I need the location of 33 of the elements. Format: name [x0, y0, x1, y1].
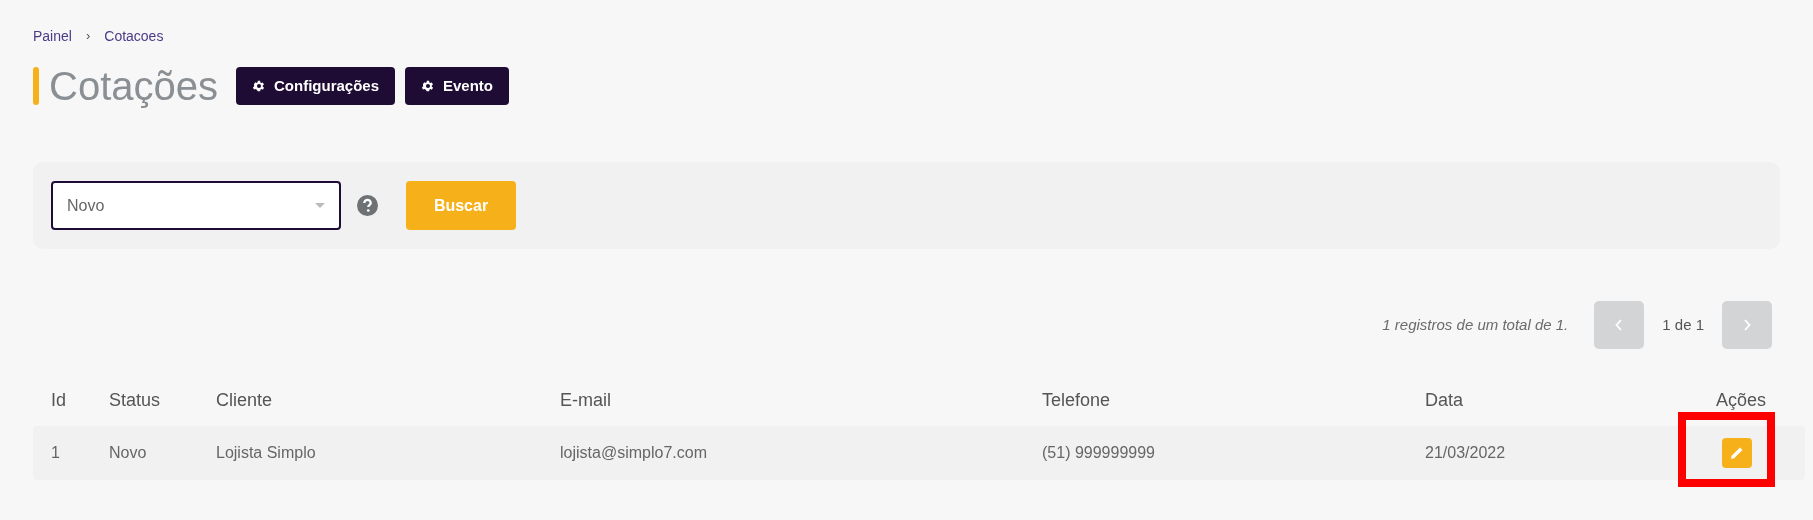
table-cell: 1	[51, 444, 60, 461]
column-header: Status	[109, 388, 162, 412]
records-summary: 1 registros de um total de 1.	[1382, 314, 1569, 335]
status-select[interactable]: Novo	[51, 181, 341, 230]
table-cell: Lojista Simplo	[216, 444, 316, 461]
page-title: Cotações	[49, 63, 218, 110]
column-header: Data	[1425, 388, 1465, 412]
breadcrumb-separator: ›	[85, 27, 91, 46]
chevron-right-icon	[1743, 319, 1751, 331]
table-cell: Novo	[109, 444, 147, 461]
column-header: Ações	[1716, 388, 1768, 412]
header-button[interactable]: Evento	[405, 67, 509, 105]
column-header: Id	[51, 388, 67, 412]
edit-button[interactable]	[1722, 438, 1752, 468]
column-header: Telefone	[1042, 388, 1112, 412]
column-header: E-mail	[560, 388, 612, 412]
breadcrumb-link[interactable]: Cotacoes	[104, 25, 164, 47]
help-icon[interactable]	[357, 195, 378, 216]
gear-icon	[252, 79, 266, 93]
table-cell: 21/03/2022	[1425, 444, 1506, 461]
breadcrumb-link[interactable]: Painel	[33, 25, 72, 47]
title-accent	[33, 67, 39, 105]
table-cell: (51) 999999999	[1042, 444, 1155, 461]
gear-icon	[421, 79, 435, 93]
chevron-left-icon	[1615, 319, 1624, 331]
caret-icon	[315, 203, 325, 208]
column-header: Cliente	[216, 388, 274, 412]
header-button[interactable]: Configurações	[236, 67, 395, 105]
next-page-button[interactable]	[1722, 301, 1772, 349]
page-indicator: 1 de 1	[1662, 314, 1704, 335]
pencil-icon	[1730, 446, 1744, 460]
previous-page-button[interactable]	[1594, 301, 1645, 349]
table-cell: lojista@simplo7.com	[560, 444, 707, 461]
